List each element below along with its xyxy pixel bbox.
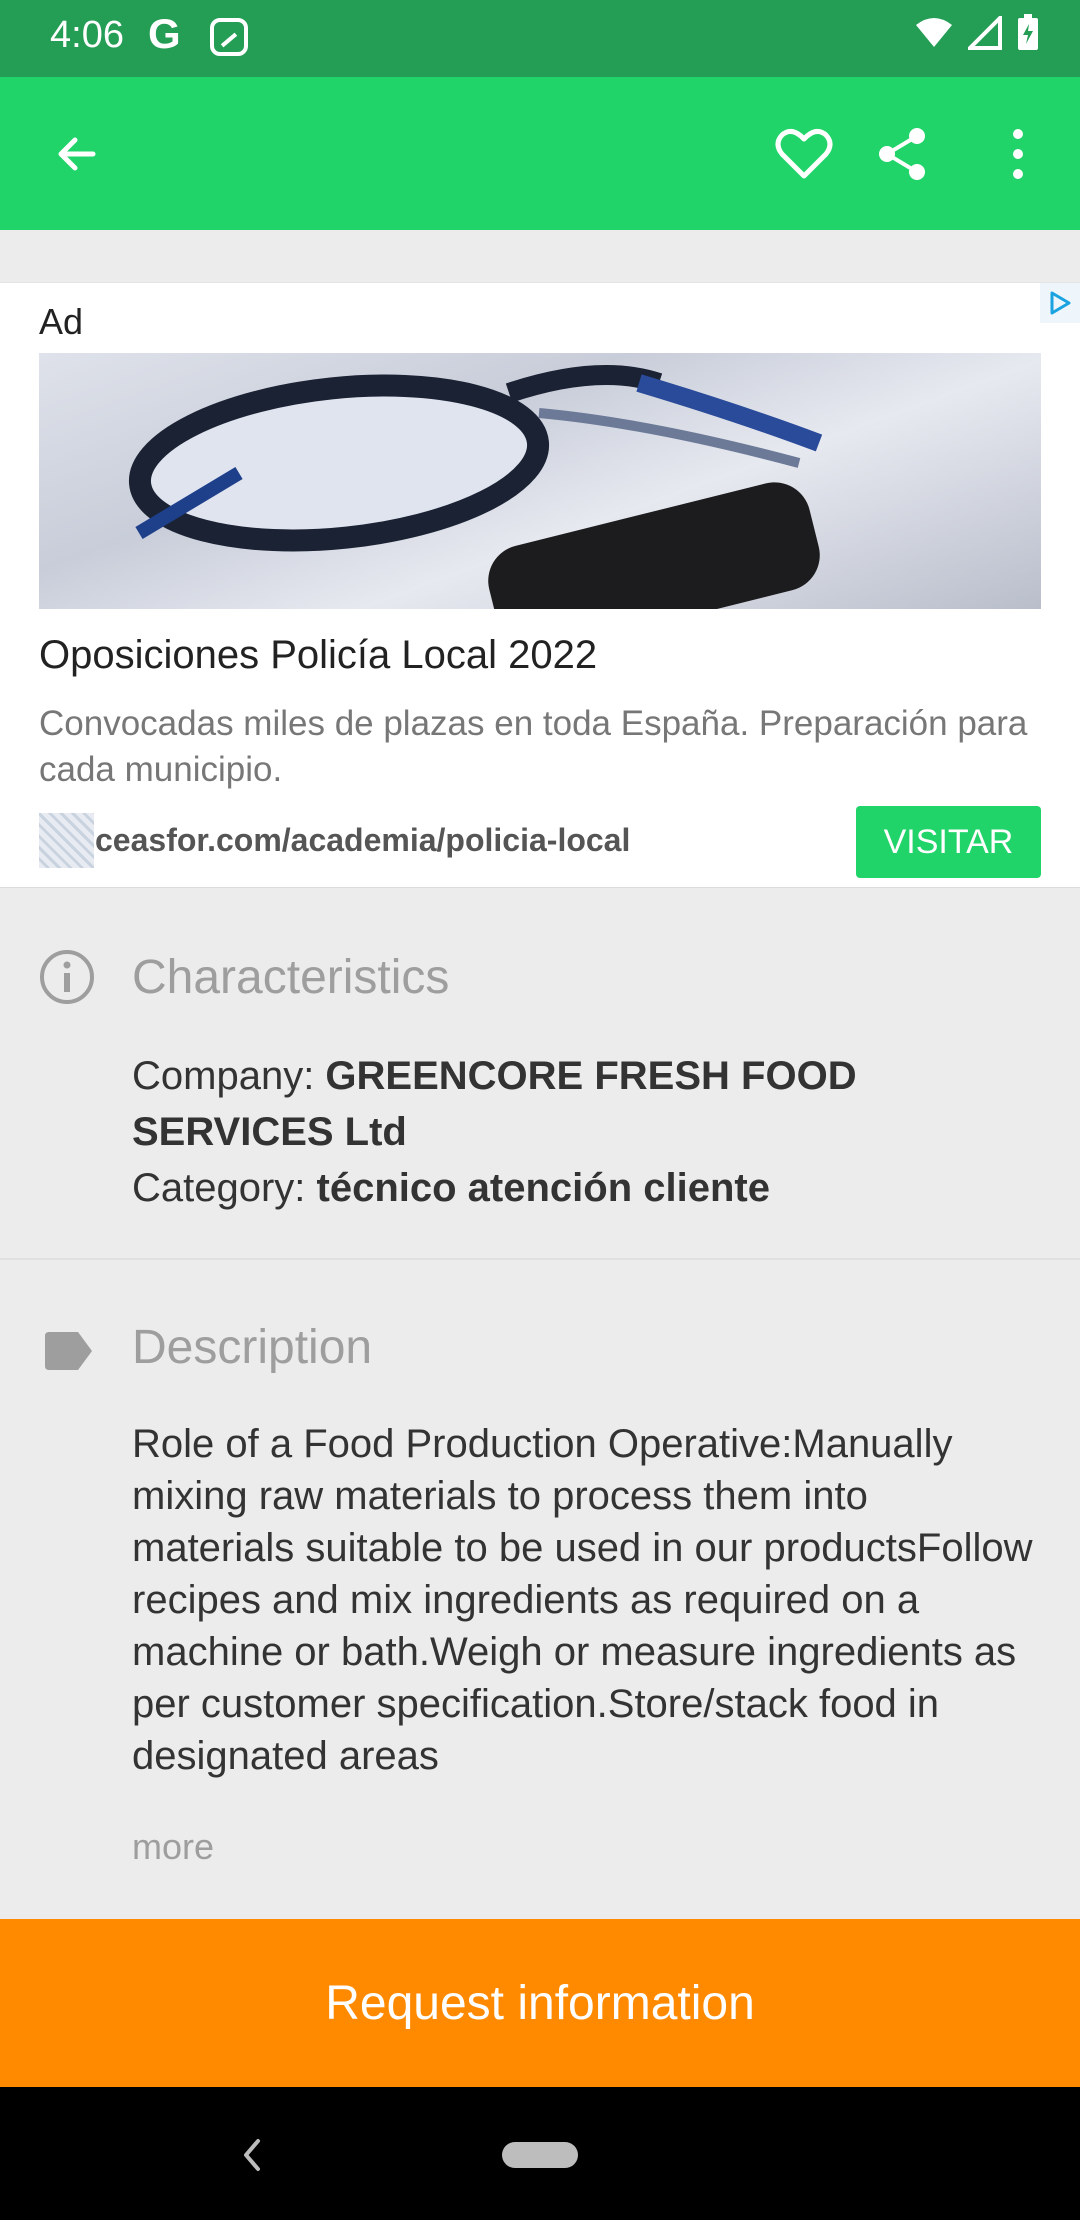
photo-notification-icon bbox=[210, 18, 248, 56]
advertiser-thumbnail bbox=[39, 813, 94, 868]
google-g-icon: G bbox=[148, 10, 181, 57]
favorite-button[interactable] bbox=[764, 114, 844, 194]
company-label: Company: bbox=[132, 1054, 326, 1098]
category-value: técnico atención cliente bbox=[316, 1166, 770, 1210]
company-row: Company: GREENCORE FRESH FOOD SERVICES L… bbox=[132, 1048, 1032, 1160]
ad-choices-icon[interactable] bbox=[1040, 283, 1080, 323]
ad-title[interactable]: Oposiciones Policía Local 2022 bbox=[39, 633, 597, 678]
status-time: 4:06 bbox=[50, 14, 124, 56]
characteristics-title: Characteristics bbox=[132, 951, 450, 1004]
tag-icon bbox=[45, 1332, 92, 1370]
share-icon bbox=[879, 128, 925, 180]
status-bar: 4:06 G bbox=[0, 0, 1080, 77]
ad-label: Ad bbox=[39, 301, 84, 342]
description-text: Role of a Food Production Operative:Manu… bbox=[132, 1422, 1033, 1778]
battery-charging-icon bbox=[1018, 14, 1038, 50]
nav-home-pill[interactable] bbox=[502, 2142, 578, 2168]
description-title: Description bbox=[132, 1321, 373, 1374]
ad-card[interactable]: Ad Oposiciones Policía Local 2022 Convoc… bbox=[0, 282, 1080, 888]
request-information-button[interactable]: Request information bbox=[0, 1919, 1080, 2087]
characteristics-body: Company: GREENCORE FRESH FOOD SERVICES L… bbox=[132, 1048, 1032, 1216]
section-divider bbox=[0, 1258, 1080, 1260]
ad-description: Convocadas miles de plazas en toda Españ… bbox=[39, 704, 1028, 789]
wifi-icon bbox=[916, 18, 952, 47]
heart-outline-icon bbox=[775, 128, 833, 179]
category-label: Category: bbox=[132, 1166, 317, 1210]
share-button[interactable] bbox=[863, 114, 943, 194]
category-row: Category: técnico atención cliente bbox=[132, 1160, 1032, 1216]
more-link[interactable]: more bbox=[132, 1826, 214, 1868]
visit-button[interactable]: VISITAR bbox=[856, 806, 1041, 878]
back-button[interactable] bbox=[37, 114, 117, 194]
more-vert-icon bbox=[1013, 129, 1023, 179]
ad-url[interactable]: ceasfor.com/academia/policia-local bbox=[95, 822, 630, 859]
arrow-back-icon bbox=[58, 137, 96, 171]
signal-icon bbox=[968, 16, 1002, 50]
info-icon bbox=[40, 950, 94, 1004]
ad-image[interactable] bbox=[39, 353, 1041, 609]
overflow-menu-button[interactable] bbox=[978, 114, 1058, 194]
nav-back-icon[interactable] bbox=[222, 2125, 282, 2185]
